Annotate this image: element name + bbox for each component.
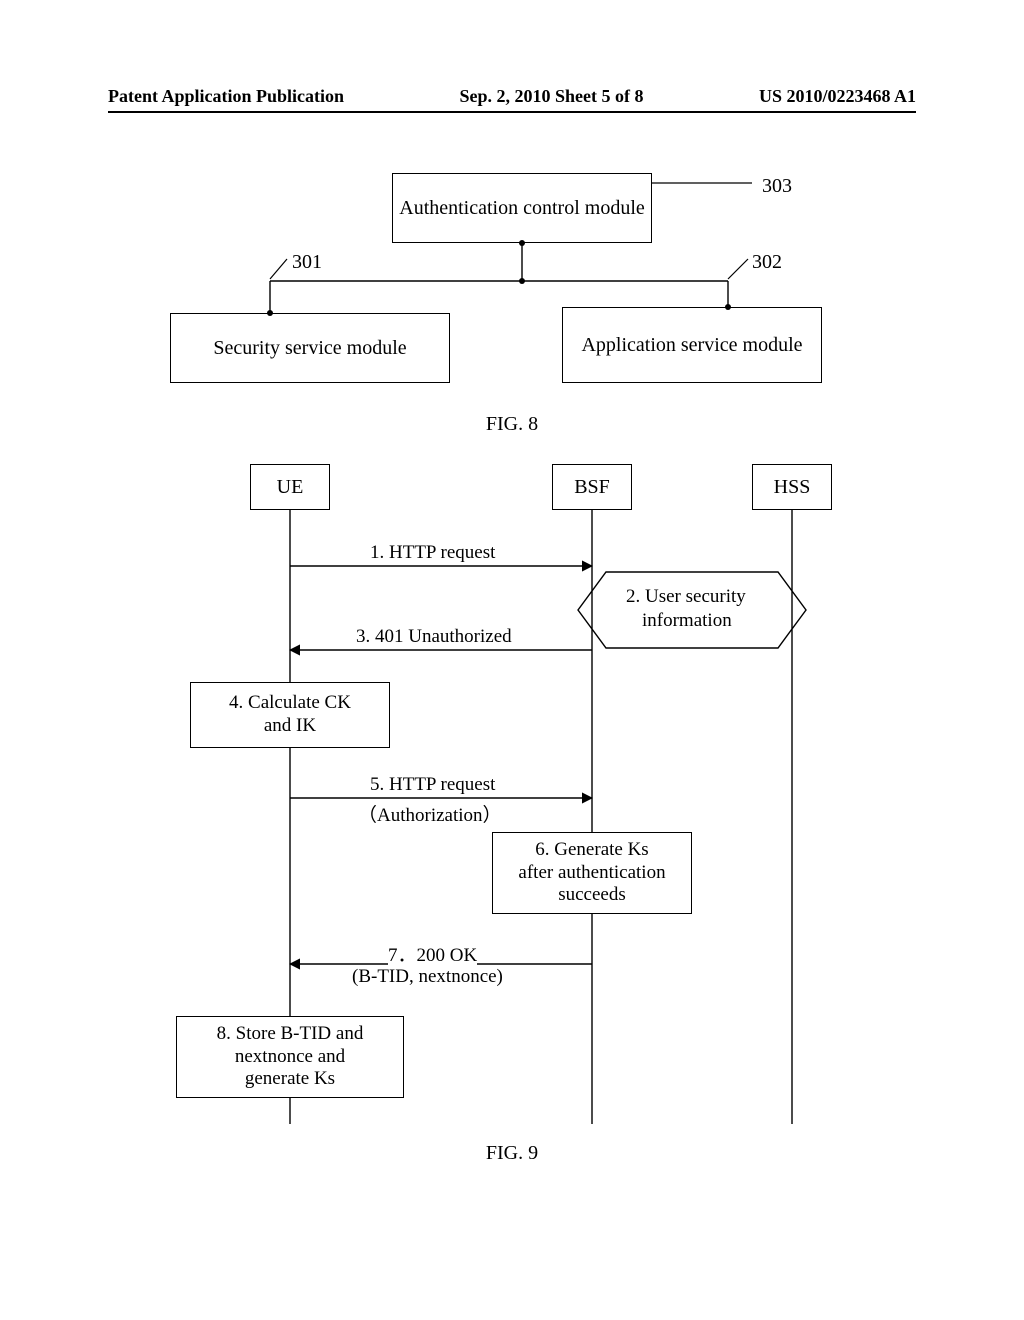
box-step6-line2: after authentication [518,862,665,885]
msg-3: 3. 401 Unauthorized [356,626,512,648]
figure-8: Authentication control module Security s… [152,173,872,393]
box-step6-line1: 6. Generate Ks [518,839,665,862]
msg-1: 1. HTTP request [370,542,495,564]
msg-5-line2: （Authorization） [358,800,502,827]
box-auth-control-module: Authentication control module [392,173,652,243]
msg-7-line2: (B-TID, nextnonce) [352,966,503,988]
box-step4-line2: and IK [229,715,351,738]
header-center: Sep. 2, 2010 Sheet 5 of 8 [460,86,644,107]
msg-5-line1: 5. HTTP request [370,774,495,796]
box-application-service-module: Application service module [562,307,822,383]
label-303: 303 [762,175,792,198]
box-step8-line2: nextnonce and [217,1046,364,1069]
header-left: Patent Application Publication [108,86,344,107]
patent-page: Patent Application Publication Sep. 2, 2… [0,0,1024,1320]
box-step8-line1: 8. Store B-TID and [217,1023,364,1046]
box-security-service-module: Security service module [170,313,450,383]
box-step8: 8. Store B-TID and nextnonce and generat… [176,1016,404,1098]
box-step6: 6. Generate Ks after authentication succ… [492,832,692,914]
actor-bsf: BSF [552,464,632,510]
box-step4: 4. Calculate CK and IK [190,682,390,748]
label-302: 302 [752,251,782,274]
fig8-caption: FIG. 8 [108,413,916,436]
page-header: Patent Application Publication Sep. 2, 2… [108,86,916,113]
msg-2-line1: 2. User security [626,586,746,608]
msg-2-line2: information [642,610,732,632]
label-301: 301 [292,251,322,274]
header-right: US 2010/0223468 A1 [759,86,916,107]
box-step8-line3: generate Ks [217,1068,364,1091]
actor-ue: UE [250,464,330,510]
box-step6-line3: succeeds [518,884,665,907]
figure-9: UE BSF HSS [172,464,852,1124]
msg-7-line1: 7．200 OK [388,940,477,967]
box-step4-line1: 4. Calculate CK [229,692,351,715]
actor-hss: HSS [752,464,832,510]
fig9-caption: FIG. 9 [108,1142,916,1165]
